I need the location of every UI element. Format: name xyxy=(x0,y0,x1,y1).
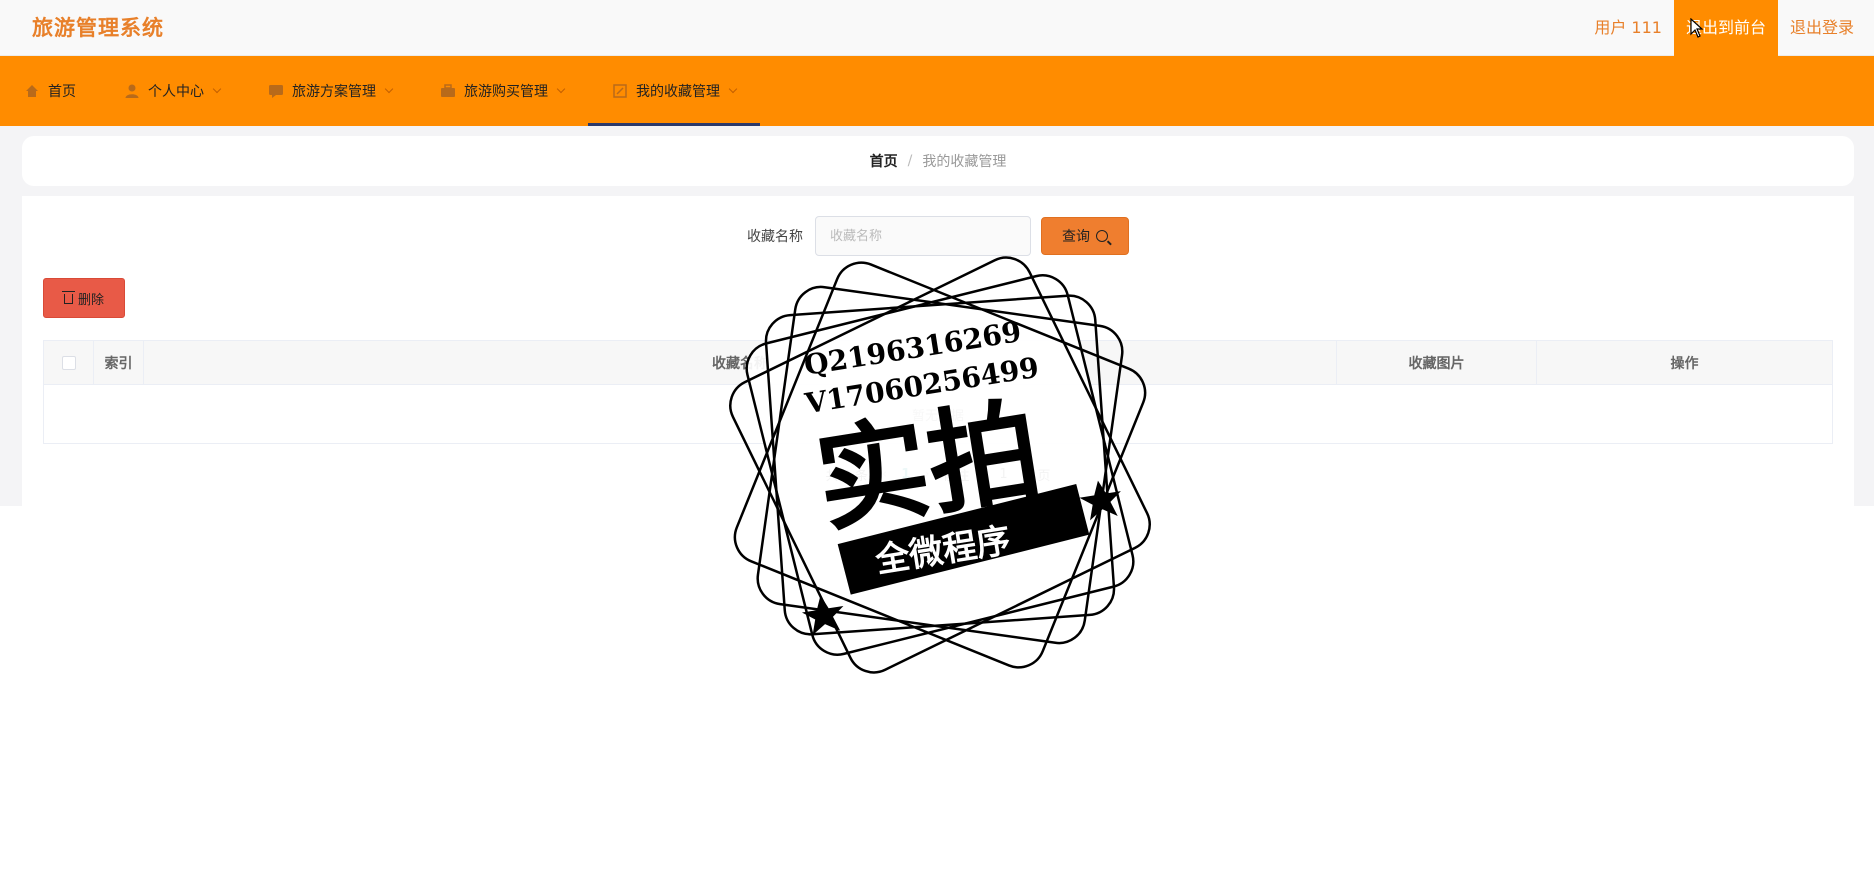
trash-icon xyxy=(61,291,75,304)
page-number[interactable]: 1 xyxy=(901,467,910,482)
nav-item-label: 首页 xyxy=(48,84,76,100)
watermark-banner: 全微程序 xyxy=(872,520,1014,581)
column-header-actions: 操作 xyxy=(1670,355,1699,372)
query-button-label: 查询 xyxy=(1062,229,1090,245)
prev-page-icon[interactable]: ‹ xyxy=(882,467,887,482)
goto-suffix: 页 xyxy=(1037,468,1051,484)
chevron-down-icon xyxy=(212,84,222,94)
nav-item-label: 旅游方案管理 xyxy=(292,84,376,100)
nav-item-label: 个人中心 xyxy=(148,84,204,100)
star-icon xyxy=(801,595,844,636)
chevron-down-icon xyxy=(556,84,566,94)
column-header-name: 收藏名称 xyxy=(144,341,1337,384)
home-icon xyxy=(24,83,40,99)
nav-item-travel-purchase[interactable]: 旅游购买管理 xyxy=(416,56,588,126)
header-actions: 用户 111 退出到前台 退出登录 xyxy=(1582,0,1874,56)
logout-button[interactable]: 退出登录 xyxy=(1778,0,1874,56)
search-input[interactable] xyxy=(815,216,1031,256)
column-header-image: 收藏图片 xyxy=(1337,341,1537,384)
select-all-cell xyxy=(44,341,94,384)
main-panel: 收藏名称 查询 删除 索引 收藏名称 收藏图片 操作 暂无数据 共 0 条 ‹ … xyxy=(22,196,1854,506)
nav-item-my-favorites[interactable]: 我的收藏管理 xyxy=(588,56,760,126)
app-title: 旅游管理系统 xyxy=(32,16,164,40)
chevron-down-icon xyxy=(384,84,394,94)
nav-item-travel-plan[interactable]: 旅游方案管理 xyxy=(244,56,416,126)
breadcrumb: 首页 / 我的收藏管理 xyxy=(22,136,1854,186)
breadcrumb-home[interactable]: 首页 xyxy=(870,151,898,171)
bookmark-icon xyxy=(612,83,628,99)
delete-button[interactable]: 删除 xyxy=(43,278,125,318)
table-empty-text: 暂无数据 xyxy=(911,408,964,424)
user-label: 用户 111 xyxy=(1594,18,1662,37)
user-icon xyxy=(124,83,140,99)
search-label: 收藏名称 xyxy=(747,229,803,245)
main-nav: 首页 个人中心 旅游方案管理 旅游购买管理 我的收藏管理 xyxy=(0,56,1874,126)
pagination: 共 0 条 ‹ 1 › 前往 页 xyxy=(22,462,1854,486)
select-all-checkbox[interactable] xyxy=(61,355,76,370)
query-button[interactable]: 查询 xyxy=(1041,217,1129,255)
goto-prefix: 前往 xyxy=(943,468,970,484)
mouse-cursor-icon xyxy=(1690,18,1704,38)
favorites-table: 索引 收藏名称 收藏图片 操作 暂无数据 xyxy=(43,340,1833,444)
breadcrumb-current: 我的收藏管理 xyxy=(922,154,1007,170)
column-header-index: 索引 xyxy=(94,341,144,384)
nav-item-personal-center[interactable]: 个人中心 xyxy=(100,56,244,126)
nav-item-label: 我的收藏管理 xyxy=(636,84,720,100)
next-page-icon[interactable]: › xyxy=(924,467,929,482)
breadcrumb-separator: / xyxy=(907,153,913,169)
briefcase-icon xyxy=(440,83,456,99)
top-header: 旅游管理系统 用户 111 退出到前台 退出登录 xyxy=(0,0,1874,56)
goto-page-input[interactable] xyxy=(983,462,1024,486)
delete-button-label: 删除 xyxy=(77,292,104,308)
chevron-down-icon xyxy=(728,84,738,94)
chat-icon xyxy=(268,83,284,99)
nav-item-home[interactable]: 首页 xyxy=(0,56,100,126)
search-icon xyxy=(1096,230,1108,242)
search-bar: 收藏名称 查询 xyxy=(22,216,1854,256)
pagination-total: 共 0 条 xyxy=(825,468,869,484)
table-header: 索引 收藏名称 收藏图片 操作 xyxy=(44,341,1832,385)
nav-item-label: 旅游购买管理 xyxy=(464,84,548,100)
